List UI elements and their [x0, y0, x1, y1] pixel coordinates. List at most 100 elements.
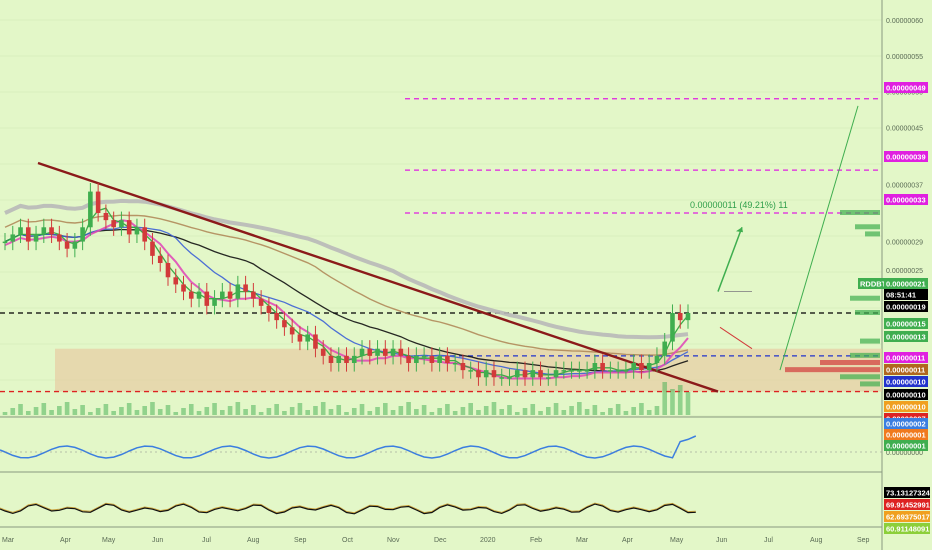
chart-canvas[interactable]: 0.00000011 (49.21%) 11 0.00000060 0.000000…: [0, 0, 932, 550]
price-tag-label: 0.00000033: [886, 196, 926, 205]
candle: [367, 348, 373, 356]
candle: [10, 234, 16, 242]
candle: [483, 370, 489, 378]
candle: [243, 284, 248, 292]
candle: [150, 241, 155, 256]
candle: [126, 220, 132, 235]
candle: [615, 370, 621, 372]
volume-profile-bar: [840, 210, 880, 215]
candle: [499, 377, 505, 379]
y-tick-label: 0.00000060: [886, 18, 923, 25]
volume-bar: [336, 405, 342, 415]
volume-bar: [10, 408, 16, 415]
volume-bar: [142, 406, 148, 415]
x-tick-label: Apr: [60, 537, 72, 544]
candle: [157, 255, 163, 263]
x-tick-label: Jun: [716, 537, 727, 544]
y-tick-label: 0.00000055: [886, 54, 923, 61]
volume-bar: [134, 410, 140, 415]
volume-bar: [119, 407, 124, 415]
candle: [165, 263, 171, 278]
volume-profile-bar: [860, 338, 880, 344]
volume-bar: [608, 408, 613, 415]
volume-bar: [677, 385, 683, 415]
candle: [646, 363, 652, 371]
volume-bar: [545, 407, 551, 415]
candle: [608, 370, 613, 372]
x-tick-label: Jul: [764, 537, 773, 544]
candle: [429, 355, 435, 363]
volume-bar: [569, 406, 574, 415]
y-tick-label: 0.00000045: [886, 125, 923, 132]
volume-bar: [476, 410, 481, 415]
oscillator-axis-label: 0.00000000: [886, 450, 923, 457]
volume-bar: [49, 410, 54, 415]
volume-bar: [615, 404, 621, 415]
rsi-tag-label: 60.91148091: [886, 525, 929, 534]
volume-bar: [483, 406, 489, 415]
volume-bar: [367, 411, 373, 415]
volume-bar: [460, 407, 466, 415]
x-tick-label: Jul: [202, 537, 211, 544]
volume-bar: [251, 405, 256, 415]
candle: [212, 298, 217, 306]
candle: [119, 220, 124, 228]
volume-bar: [646, 410, 652, 415]
volume-bar: [375, 407, 380, 415]
price-tag-label: 0.00000002: [886, 420, 926, 429]
volume-bar: [181, 408, 186, 415]
volume-bar: [2, 412, 8, 415]
volume-bar: [80, 405, 85, 415]
volume-profile-bar: [855, 224, 880, 230]
volume-bar: [25, 411, 31, 415]
candle: [406, 355, 411, 363]
x-tick-label: May: [102, 537, 116, 544]
candle: [57, 234, 62, 242]
volume-bar: [530, 404, 536, 415]
x-tick-label: Aug: [810, 537, 823, 544]
candle: [266, 305, 272, 313]
volume-bar: [88, 412, 93, 415]
volume-bar: [406, 402, 411, 415]
trading-chart[interactable]: 0.00000011 (49.21%) 11 0.00000060 0.000000…: [0, 0, 932, 550]
volume-bar: [57, 406, 62, 415]
candle: [64, 241, 70, 249]
volume-bar: [235, 402, 241, 415]
volume-bar: [41, 403, 47, 415]
candle: [2, 241, 8, 244]
rsi-tag-label: 62.69375017: [886, 513, 930, 522]
price-tag-label: 08:51:41: [886, 291, 916, 300]
volume-bar: [266, 408, 272, 415]
volume-bar: [165, 405, 171, 415]
price-tag-label: 0.00000010: [886, 391, 926, 400]
candle: [452, 363, 458, 365]
volume-bar: [631, 407, 636, 415]
volume-bar: [33, 407, 39, 415]
candle: [33, 234, 39, 242]
y-tick-label: 0.00000029: [886, 240, 923, 247]
candle: [468, 370, 473, 372]
candle: [677, 313, 683, 321]
volume-bar: [320, 402, 326, 415]
volume-profile-bar: [820, 360, 880, 365]
volume-bar: [553, 403, 559, 415]
volume-bar: [204, 407, 210, 415]
candle: [41, 227, 47, 235]
x-tick-label: Aug: [247, 537, 260, 544]
candle: [80, 227, 85, 242]
candle: [654, 355, 660, 363]
volume-bar: [414, 409, 419, 415]
volume-bar: [258, 412, 264, 415]
candle: [685, 313, 691, 321]
candle: [631, 363, 636, 371]
candle: [220, 291, 225, 299]
volume-bar: [499, 409, 505, 415]
volume-bar: [600, 412, 605, 415]
volume-bar: [103, 404, 109, 415]
candle: [111, 220, 116, 228]
candle: [375, 348, 380, 356]
candle: [25, 227, 31, 242]
volume-bar: [196, 411, 202, 415]
volume-bar: [561, 410, 567, 415]
volume-bar: [173, 412, 179, 415]
